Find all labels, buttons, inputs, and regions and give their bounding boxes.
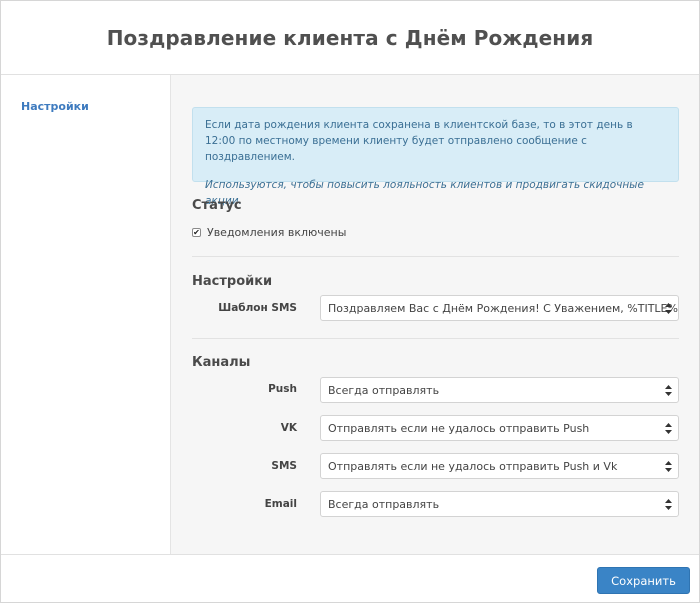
settings-section-title: Настройки	[192, 274, 273, 289]
channels-section-title: Каналы	[192, 355, 251, 370]
page-header: Поздравление клиента с Днём Рождения	[1, 1, 699, 75]
updown-caret-icon	[665, 303, 672, 314]
notifications-checkbox[interactable]: ✔	[192, 228, 201, 237]
notifications-toggle-row: ✔ Уведомления включены	[192, 226, 346, 239]
footer-bar: Сохранить	[1, 554, 699, 602]
checkmark-icon: ✔	[193, 227, 200, 237]
sms-channel-select[interactable]: Отправлять если не удалось отправить Pus…	[320, 453, 679, 479]
divider	[192, 338, 679, 339]
sms-channel-label: SMS	[271, 460, 297, 472]
info-alert: Если дата рождения клиента сохранена в к…	[192, 107, 679, 207]
info-text: Если дата рождения клиента сохранена в к…	[205, 119, 633, 163]
sms-channel-value: Отправлять если не удалось отправить Pus…	[328, 459, 618, 473]
vk-channel-select[interactable]: Отправлять если не удалось отправить Pus…	[320, 415, 679, 441]
notifications-label: Уведомления включены	[207, 226, 347, 239]
sms-template-select[interactable]: Поздравляем Вас с Днём Рождения! С Уваже…	[320, 295, 679, 321]
push-channel-label: Push	[268, 383, 297, 395]
push-channel-select[interactable]: Всегда отправлять	[320, 377, 679, 403]
settings-window: Поздравление клиента с Днём Рождения Нас…	[0, 0, 700, 603]
vk-channel-label: VK	[280, 422, 297, 434]
info-note: Используются, чтобы повысить лояльность …	[205, 179, 644, 207]
updown-caret-icon	[665, 385, 672, 396]
sidebar-item-settings[interactable]: Настройки	[21, 100, 89, 113]
save-button[interactable]: Сохранить	[597, 567, 690, 594]
main-content: Если дата рождения клиента сохранена в к…	[171, 75, 699, 554]
divider	[192, 256, 679, 257]
email-channel-label: Email	[264, 498, 297, 510]
updown-caret-icon	[665, 423, 672, 434]
email-channel-value: Всегда отправлять	[328, 497, 440, 511]
push-channel-value: Всегда отправлять	[328, 383, 440, 397]
sidebar: Настройки	[1, 75, 171, 554]
sms-template-value: Поздравляем Вас с Днём Рождения! С Уваже…	[328, 301, 678, 315]
updown-caret-icon	[665, 461, 672, 472]
updown-caret-icon	[665, 499, 672, 510]
sms-template-label: Шаблон SMS	[218, 302, 297, 314]
page-title: Поздравление клиента с Днём Рождения	[106, 25, 594, 50]
status-section-title: Статус	[192, 198, 242, 213]
vk-channel-value: Отправлять если не удалось отправить Pus…	[328, 421, 590, 435]
email-channel-select[interactable]: Всегда отправлять	[320, 491, 679, 517]
